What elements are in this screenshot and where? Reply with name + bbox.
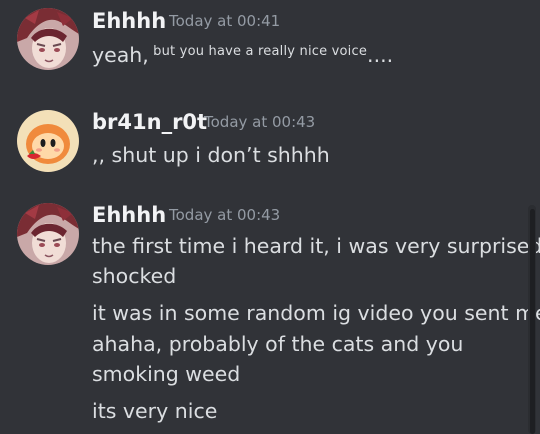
message-text-line: ahaha, probably of the cats and you bbox=[92, 332, 464, 356]
message-text-main: yeah, bbox=[92, 43, 149, 67]
user-avatar[interactable] bbox=[17, 8, 79, 70]
message-author-name[interactable]: br41n_r0t bbox=[92, 112, 207, 133]
message-text-line: shocked bbox=[92, 264, 177, 288]
user-avatar[interactable] bbox=[17, 110, 79, 172]
message-text-line: yeah, but you have a really nice voice..… bbox=[92, 45, 393, 66]
message-author-name[interactable]: Ehhhh bbox=[92, 205, 166, 226]
message-text-tail: .... bbox=[367, 43, 394, 67]
message-text-line: the first time i heard it, i was very su… bbox=[92, 234, 540, 258]
message-text-line: smoking weed bbox=[92, 362, 241, 386]
message-timestamp: Today at 00:43 bbox=[204, 113, 316, 131]
message-text-line: ,, shut up i don’t shhhh bbox=[92, 143, 330, 167]
message-timestamp: Today at 00:43 bbox=[169, 206, 281, 224]
message-text-line: it was in some random ig video you sent … bbox=[92, 301, 540, 325]
user-avatar[interactable] bbox=[17, 203, 79, 265]
chat-message-list: Ehhhh Today at 00:41 yeah, but you have … bbox=[0, 0, 540, 434]
message-timestamp: Today at 00:41 bbox=[169, 12, 281, 30]
anime-character-avatar-icon bbox=[17, 203, 79, 265]
message-text-line: its very nice bbox=[92, 399, 218, 423]
message-text-small: but you have a really nice voice bbox=[148, 44, 368, 59]
waddle-dee-avatar-icon bbox=[17, 110, 79, 172]
anime-character-avatar-icon bbox=[17, 8, 79, 70]
scrollbar-thumb[interactable] bbox=[530, 209, 535, 434]
message-author-name[interactable]: Ehhhh bbox=[92, 11, 166, 32]
